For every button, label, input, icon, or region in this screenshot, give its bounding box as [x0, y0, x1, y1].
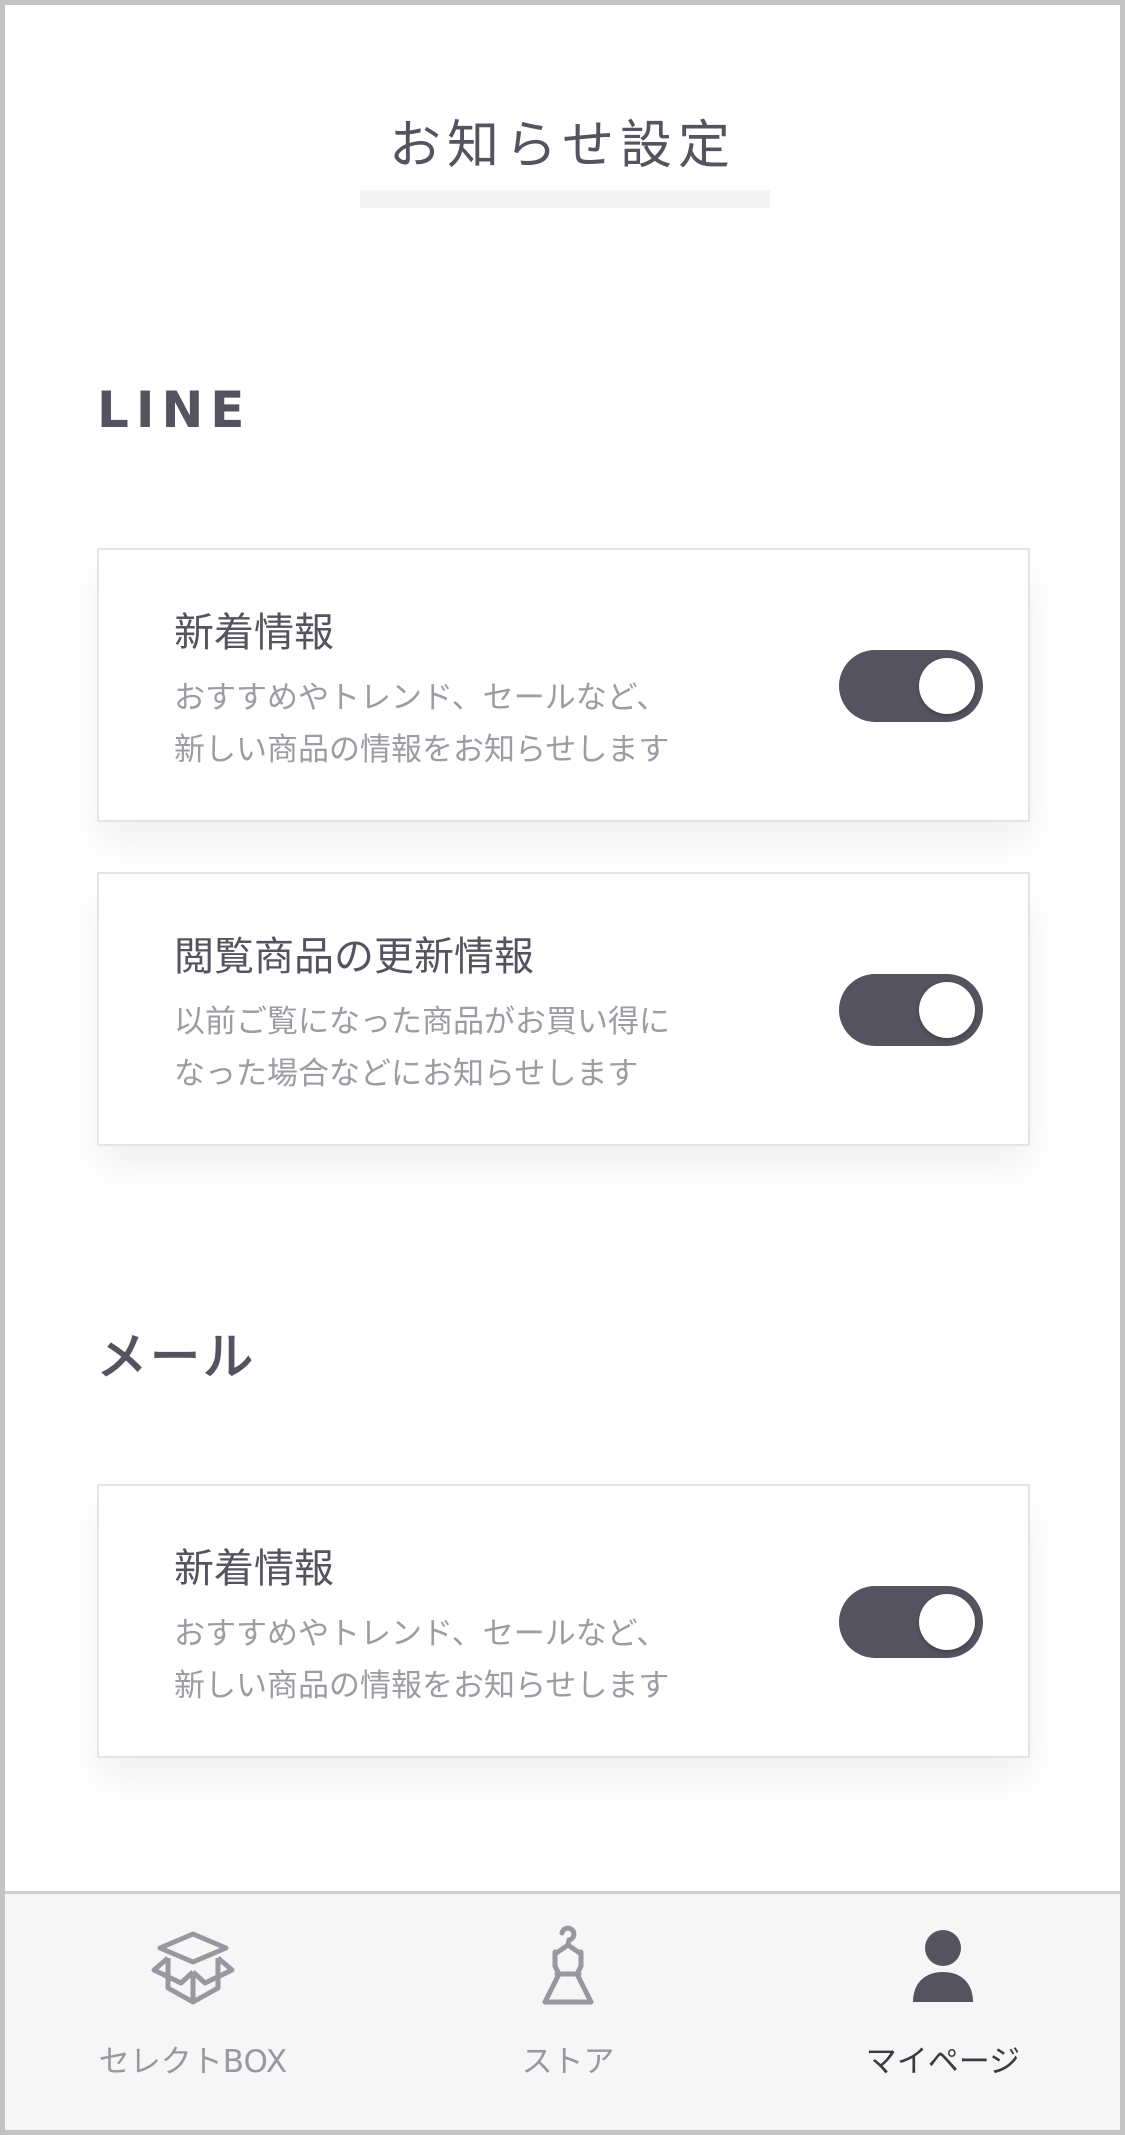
toggle-knob [919, 1594, 975, 1650]
setting-description-line: なった場合などにお知らせします [174, 1056, 639, 1092]
bottom-tab-bar: セレクトBOX ストア マイページ [5, 1891, 1120, 2130]
title-underline [360, 190, 770, 208]
toggle-knob [919, 982, 975, 1038]
setting-description: おすすめやトレンド、セールなど、 新しい商品の情報をお知らせします [174, 1608, 734, 1712]
setting-description: おすすめやトレンド、セールなど、 新しい商品の情報をお知らせします [174, 672, 734, 776]
app-screen: お知らせ設定 LINE 新着情報 おすすめやトレンド、セールなど、 新しい商品の… [0, 0, 1125, 2135]
section-heading-mail: メール [97, 1328, 256, 1386]
setting-description-line: 新しい商品の情報をお知らせします [174, 732, 670, 768]
new-arrivals-line-toggle[interactable] [839, 650, 983, 722]
tab-select-box[interactable]: セレクトBOX [43, 1894, 343, 2130]
setting-card-mail-new-arrivals: 新着情報 おすすめやトレンド、セールなど、 新しい商品の情報をお知らせします [97, 1484, 1030, 1758]
tab-label: セレクトBOX [98, 2044, 288, 2080]
user-icon [913, 1930, 973, 2002]
toggle-knob [919, 658, 975, 714]
setting-title: 閲覧商品の更新情報 [174, 934, 534, 980]
setting-description-line: 以前ご覧になった商品がお買い得に [174, 1004, 670, 1040]
viewed-updates-line-toggle[interactable] [839, 974, 983, 1046]
setting-title: 新着情報 [174, 610, 334, 656]
setting-title: 新着情報 [174, 1546, 334, 1592]
page-title: お知らせ設定 [389, 116, 736, 176]
setting-description: 以前ご覧になった商品がお買い得に なった場合などにお知らせします [174, 996, 734, 1100]
box-icon [151, 1931, 235, 2005]
setting-description-line: おすすめやトレンド、セールなど、 [174, 1616, 668, 1652]
tab-store[interactable]: ストア [418, 1894, 718, 2130]
dress-hanger-icon [542, 1925, 594, 2005]
setting-card-line-new-arrivals: 新着情報 おすすめやトレンド、セールなど、 新しい商品の情報をお知らせします [97, 548, 1030, 822]
tab-label: ストア [521, 2044, 615, 2080]
section-heading-line: LINE [97, 381, 252, 439]
setting-card-line-viewed-updates: 閲覧商品の更新情報 以前ご覧になった商品がお買い得に なった場合などにお知らせし… [97, 872, 1030, 1146]
tab-label: マイページ [865, 2044, 1021, 2080]
setting-description-line: おすすめやトレンド、セールなど、 [174, 680, 668, 716]
tab-my-page[interactable]: マイページ [793, 1894, 1093, 2130]
new-arrivals-mail-toggle[interactable] [839, 1586, 983, 1658]
setting-description-line: 新しい商品の情報をお知らせします [174, 1668, 670, 1704]
